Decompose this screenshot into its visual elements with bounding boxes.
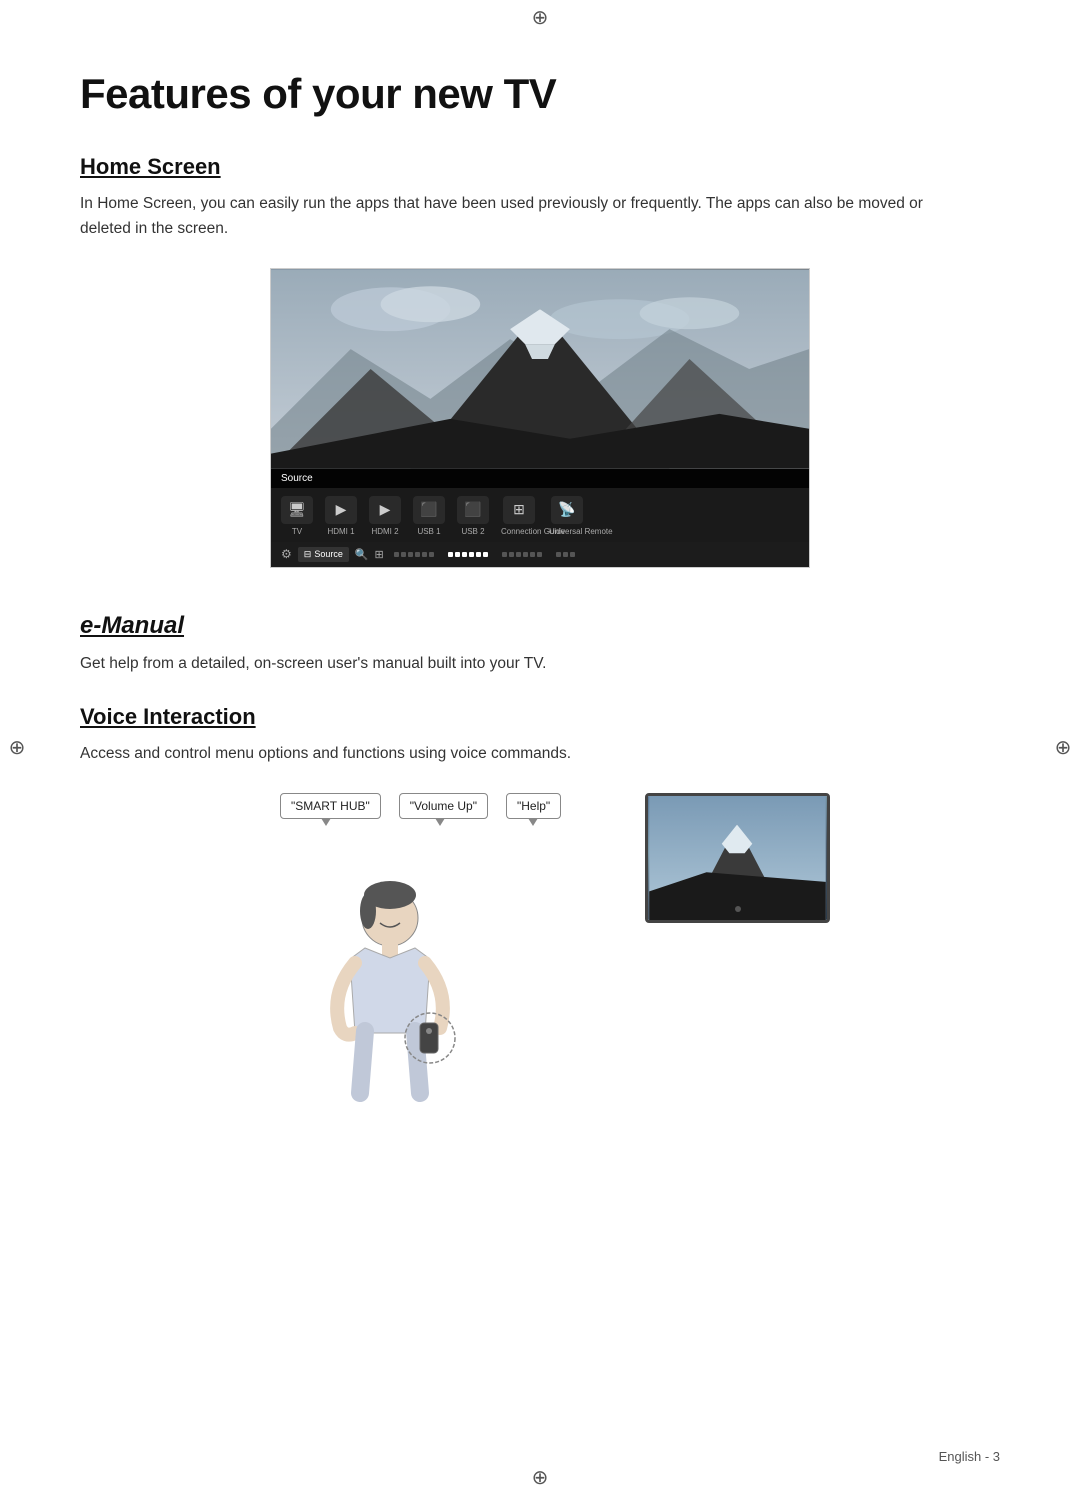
- dot: [429, 552, 434, 557]
- voice-interaction-heading: Voice Interaction: [80, 704, 1000, 730]
- dot: [509, 552, 514, 557]
- dot: [422, 552, 427, 557]
- person-figure-svg: [310, 873, 470, 1103]
- voice-tv-screen: [648, 796, 827, 920]
- speech-bubbles: "SMART HUB" "Volume Up" "Help": [280, 793, 561, 819]
- tv-bottom-dots: [394, 552, 575, 557]
- tv-icon-remote-symbol: 📡: [551, 496, 583, 524]
- page-title: Features of your new TV: [80, 70, 1000, 118]
- home-screen-section: Home Screen In Home Screen, you can easi…: [80, 154, 1000, 568]
- emanual-heading: e-Manual: [80, 612, 1000, 640]
- tv-icon-tv: 🖥 TV: [281, 496, 313, 536]
- dot: [483, 552, 488, 557]
- source-icon: ⊟: [304, 549, 312, 560]
- dot: [537, 552, 542, 557]
- voice-tv-landscape-svg: [648, 796, 827, 920]
- mountain-svg: [271, 269, 809, 469]
- dot: [556, 552, 561, 557]
- tv-icon-usb1-label: USB 1: [417, 527, 440, 536]
- voice-illustration: "SMART HUB" "Volume Up" "Help": [80, 793, 1000, 1113]
- tv-source-bar: Source: [271, 469, 809, 488]
- dot: [563, 552, 568, 557]
- dot: [401, 552, 406, 557]
- tv-icon-hdmi1: ▶ HDMI 1: [325, 496, 357, 536]
- crosshair-bottom: ⊕: [529, 1466, 551, 1488]
- dots-group-3: [502, 552, 542, 557]
- footer-page-number: English - 3: [939, 1449, 1000, 1464]
- dot: [408, 552, 413, 557]
- tv-source-label: Source: [281, 473, 313, 484]
- gear-icon: ⚙: [281, 547, 292, 561]
- tv-screenshot: Source 🖥 TV ▶ HDMI 1 ▶ HDMI 2: [270, 268, 810, 568]
- dot: [455, 552, 460, 557]
- dot: [462, 552, 467, 557]
- tv-bottom-bar: ⚙ ⊟ Source 🔍 ⊞: [271, 542, 809, 567]
- dot: [530, 552, 535, 557]
- voice-illustration-inner: "SMART HUB" "Volume Up" "Help": [250, 793, 830, 1103]
- tv-icon-usb2-symbol: ⬛: [457, 496, 489, 524]
- tv-icon-usb2: ⬛ USB 2: [457, 496, 489, 536]
- tv-icon-usb1: ⬛ USB 1: [413, 496, 445, 536]
- dot: [469, 552, 474, 557]
- tv-mountain-image: [271, 269, 809, 469]
- tv-icon-connection: ⊞ Connection Guide: [501, 496, 537, 536]
- tv-icon-connection-symbol: ⊞: [503, 496, 535, 524]
- tv-icon-hdmi1-symbol: ▶: [325, 496, 357, 524]
- tv-icon-usb2-label: USB 2: [461, 527, 484, 536]
- voice-interaction-description: Access and control menu options and func…: [80, 742, 940, 767]
- voice-interaction-section: Voice Interaction Access and control men…: [80, 704, 1000, 1113]
- dot: [476, 552, 481, 557]
- tv-icon-hdmi2-label: HDMI 2: [371, 527, 398, 536]
- tv-icon-hdmi2-symbol: ▶: [369, 496, 401, 524]
- tv-icon-connection-label: Connection Guide: [501, 527, 537, 536]
- tv-icon-hdmi1-label: HDMI 1: [327, 527, 354, 536]
- tv-icon-hdmi2: ▶ HDMI 2: [369, 496, 401, 536]
- tv-bottom-source-button: ⊟ Source: [298, 547, 349, 562]
- emanual-section: e-Manual Get help from a detailed, on-sc…: [80, 612, 1000, 677]
- speech-bubble-smarthub: "SMART HUB": [280, 793, 381, 819]
- grid-icon: ⊞: [375, 548, 384, 561]
- search-icon: 🔍: [355, 548, 369, 561]
- emanual-description: Get help from a detailed, on-screen user…: [80, 652, 940, 677]
- home-screen-heading: Home Screen: [80, 154, 1000, 180]
- tv-icon-tv-symbol: 🖥: [281, 496, 313, 524]
- tv-power-dot: [735, 906, 741, 912]
- dot: [502, 552, 507, 557]
- dot: [448, 552, 453, 557]
- voice-tv: [645, 793, 830, 923]
- tv-icon-tv-label: TV: [292, 527, 302, 536]
- home-screen-description: In Home Screen, you can easily run the a…: [80, 192, 940, 242]
- dot: [516, 552, 521, 557]
- tv-icon-usb1-symbol: ⬛: [413, 496, 445, 524]
- tv-icon-remote: 📡 Universal Remote: [549, 496, 585, 536]
- speech-bubble-volume: "Volume Up": [399, 793, 488, 819]
- tv-icons-row: 🖥 TV ▶ HDMI 1 ▶ HDMI 2 ⬛ USB 1: [271, 488, 809, 542]
- tv-screenshot-container: Source 🖥 TV ▶ HDMI 1 ▶ HDMI 2: [80, 268, 1000, 568]
- dots-group-2: [448, 552, 488, 557]
- dot: [415, 552, 420, 557]
- speech-bubble-help: "Help": [506, 793, 561, 819]
- dot: [570, 552, 575, 557]
- tv-icon-remote-label: Universal Remote: [549, 527, 585, 536]
- dot: [394, 552, 399, 557]
- dots-group-4: [556, 552, 575, 557]
- dots-group-1: [394, 552, 434, 557]
- dot: [523, 552, 528, 557]
- source-label: Source: [314, 549, 343, 559]
